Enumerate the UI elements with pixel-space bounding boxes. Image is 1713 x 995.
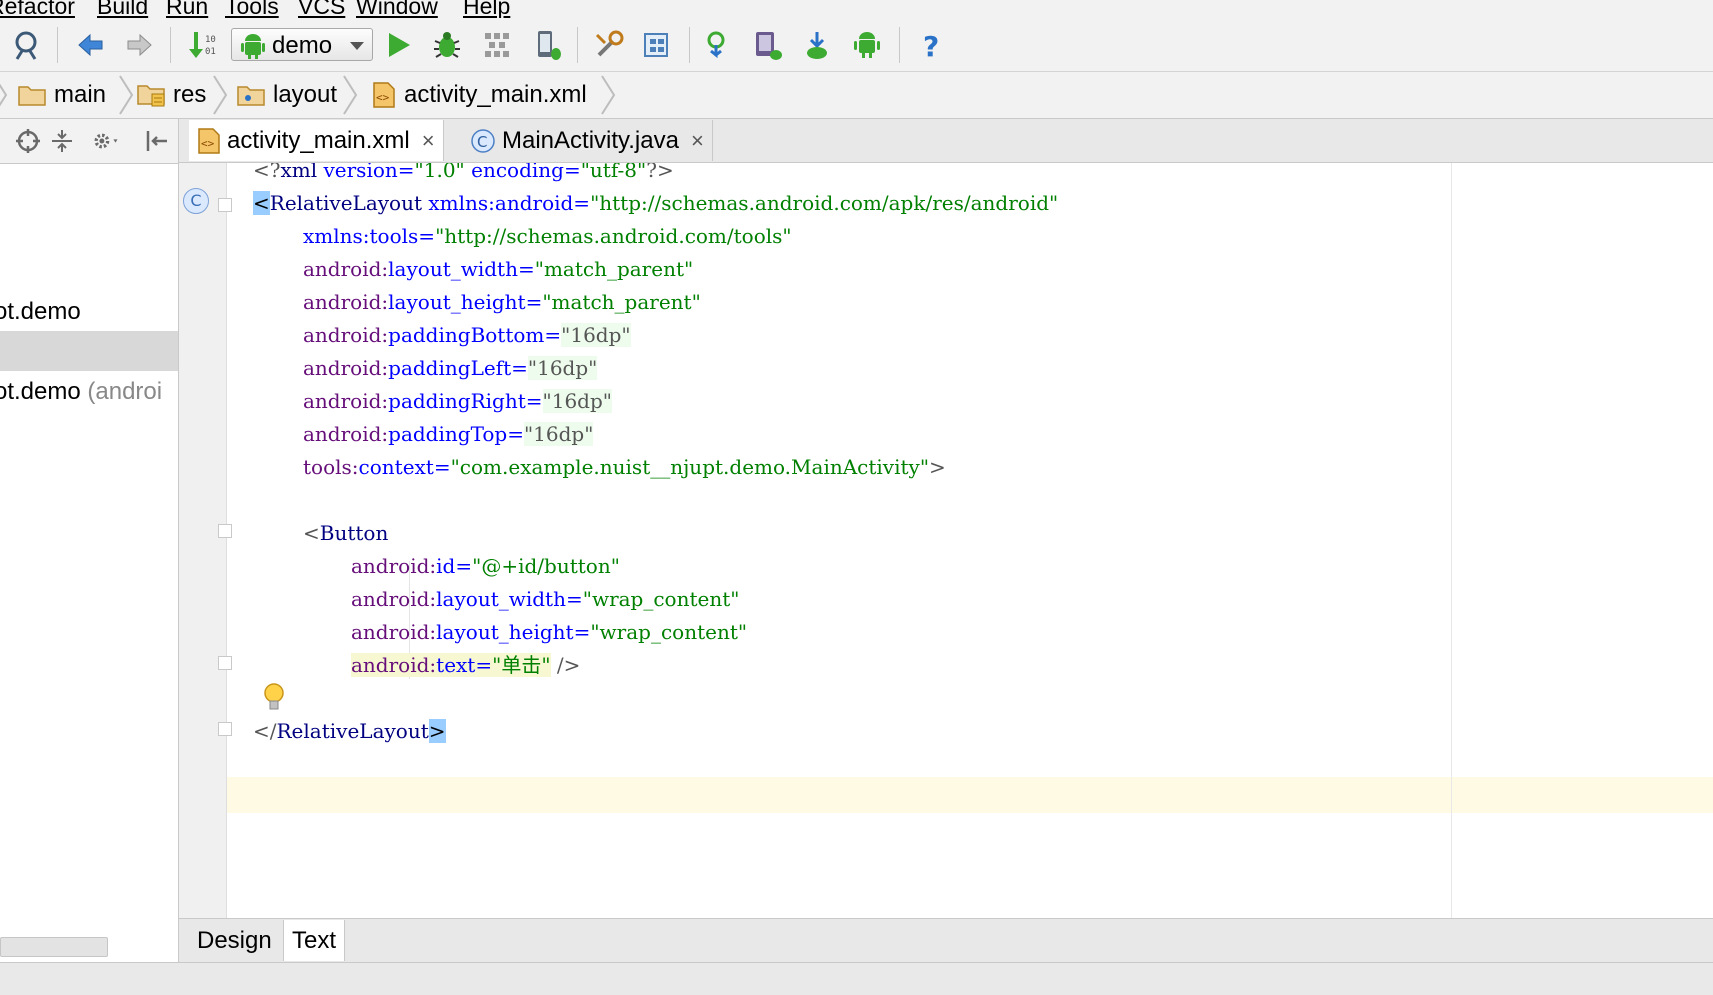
tab-main-activity-java[interactable]: C MainActivity.java × <box>462 120 713 161</box>
android-robot-icon <box>240 33 266 64</box>
menu-tools[interactable]: Tools <box>225 0 279 18</box>
tab-text[interactable]: Text <box>283 920 346 961</box>
tree-item-suffix: (androi <box>80 378 163 405</box>
breadcrumb-activity-main[interactable]: <> activity_main.xml <box>372 72 587 118</box>
code-line-10: tools:context="com.example.nuist__njupt.… <box>303 455 946 479</box>
code-line-13: android:id="@+id/button" <box>351 554 620 578</box>
menu-run[interactable]: Run <box>166 0 208 18</box>
xml-file-icon: <> <box>197 127 221 154</box>
code-line-2: <RelativeLayout xmlns:android="http://sc… <box>253 191 1059 215</box>
close-icon[interactable]: × <box>691 128 704 154</box>
code-line-14: android:layout_width="wrap_content" <box>351 587 740 611</box>
sync-gradle-icon[interactable] <box>702 29 734 61</box>
hide-panel-icon[interactable] <box>143 127 171 155</box>
code-line-4: android:layout_width="match_parent" <box>303 257 694 281</box>
lightbulb-icon[interactable] <box>263 683 285 718</box>
code-line-1: <?xml version="1.0" encoding="utf-8"?> <box>253 163 674 182</box>
breadcrumb-label: res <box>173 81 207 108</box>
svg-text:<>: <> <box>201 137 215 150</box>
code-line-16: android:text="单击" /> <box>351 653 581 677</box>
menu-refactor[interactable]: Refactor <box>0 0 75 18</box>
debug-icon[interactable] <box>431 29 463 61</box>
breadcrumb-label: activity_main.xml <box>404 81 587 108</box>
breadcrumb-main[interactable]: main <box>18 72 106 118</box>
fold-icon[interactable] <box>218 722 232 736</box>
code-line-9: android:paddingTop="16dp" <box>303 422 594 446</box>
code-line-12: <Button <box>303 521 389 545</box>
svg-text:?: ? <box>923 30 939 61</box>
code-editor[interactable]: C <?xml version="1.0" encoding="utf-8"?>… <box>179 163 1713 918</box>
editor-mode-tabs: Design Text <box>179 918 1713 963</box>
horizontal-scrollbar[interactable] <box>0 937 108 957</box>
sdk-manager-icon[interactable] <box>801 29 833 61</box>
layout-folder-icon <box>237 83 265 107</box>
tree-item-label: ot.demo <box>0 378 81 405</box>
menu-bar: Refactor Build Run Tools VCS Window Help <box>0 0 1713 18</box>
status-bar <box>0 962 1713 995</box>
svg-text:C: C <box>477 133 487 151</box>
menu-build[interactable]: Build <box>97 0 148 18</box>
class-marker-icon[interactable]: C <box>183 188 209 214</box>
project-tool-window: ot.demo ot.demo (androi <box>0 119 179 962</box>
coverage-icon[interactable] <box>481 29 513 61</box>
svg-text:<>: <> <box>376 91 390 104</box>
menu-vcs[interactable]: VCS <box>298 0 345 18</box>
main-toolbar: 10 01 demo ? <box>0 19 1713 72</box>
attach-debugger-icon[interactable] <box>532 29 564 61</box>
code-line-15: android:layout_height="wrap_content" <box>351 620 748 644</box>
tree-item-test-package[interactable]: ot.demo (androi <box>0 372 178 412</box>
run-icon[interactable] <box>382 29 414 61</box>
fold-icon[interactable] <box>218 198 232 212</box>
menu-help[interactable]: Help <box>463 0 510 18</box>
svg-text:01: 01 <box>205 47 216 57</box>
folder-icon <box>18 83 46 107</box>
back-arrow-icon[interactable] <box>74 29 106 61</box>
editor-tab-bar: <> activity_main.xml × C MainActivity.ja… <box>179 119 1713 163</box>
caret-row-highlight <box>179 777 1713 813</box>
right-margin-guide <box>1451 163 1452 918</box>
code-line-5: android:layout_height="match_parent" <box>303 290 701 314</box>
tab-design[interactable]: Design <box>189 920 280 961</box>
forward-arrow-icon[interactable] <box>124 29 156 61</box>
class-icon: C <box>470 128 496 154</box>
run-configuration-dropdown[interactable]: demo <box>231 28 373 61</box>
project-toolbar <box>0 119 178 164</box>
collapse-all-icon[interactable] <box>48 127 76 155</box>
make-project-icon[interactable]: 10 01 <box>186 29 218 61</box>
breadcrumb-res[interactable]: res <box>137 72 206 118</box>
close-icon[interactable]: × <box>422 128 435 154</box>
fold-icon[interactable] <box>218 656 232 670</box>
breadcrumb-label: main <box>54 81 107 108</box>
code-line-3: xmlns:tools="http://schemas.android.com/… <box>303 224 792 248</box>
resource-folder-icon <box>137 82 165 108</box>
project-structure-icon[interactable] <box>593 29 625 61</box>
tree-item-package[interactable]: ot.demo <box>0 292 178 332</box>
tab-label: activity_main.xml <box>227 126 410 154</box>
svg-text:10: 10 <box>205 35 216 45</box>
run-config-label: demo <box>272 32 333 59</box>
breadcrumb-label: layout <box>273 81 338 108</box>
android-monitor-icon[interactable] <box>851 29 883 61</box>
code-line-6: android:paddingBottom="16dp" <box>303 323 631 347</box>
locate-target-icon[interactable] <box>14 127 42 155</box>
project-settings-icon[interactable] <box>642 29 674 61</box>
avd-manager-icon[interactable] <box>752 29 784 61</box>
chevron-down-icon <box>350 42 364 50</box>
tab-label: MainActivity.java <box>502 126 679 154</box>
code-line-7: android:paddingLeft="16dp" <box>303 356 598 380</box>
tree-item-selected[interactable] <box>0 331 178 371</box>
menu-window[interactable]: Window <box>356 0 438 18</box>
tree-item-label: ot.demo <box>0 298 81 325</box>
code-line-18: </RelativeLayout> <box>253 719 446 743</box>
xml-file-icon: <> <box>372 82 396 108</box>
breadcrumb: main res layout <> activity_main.xml <box>0 72 1713 119</box>
help-icon[interactable]: ? <box>916 29 948 61</box>
fold-icon[interactable] <box>218 524 232 538</box>
editor-gutter: C <box>179 163 227 918</box>
code-line-8: android:paddingRight="16dp" <box>303 389 612 413</box>
tab-activity-main-xml[interactable]: <> activity_main.xml × <box>189 120 444 161</box>
gear-icon[interactable] <box>92 127 120 155</box>
search-structure-icon[interactable] <box>12 29 44 61</box>
breadcrumb-layout[interactable]: layout <box>237 72 337 118</box>
